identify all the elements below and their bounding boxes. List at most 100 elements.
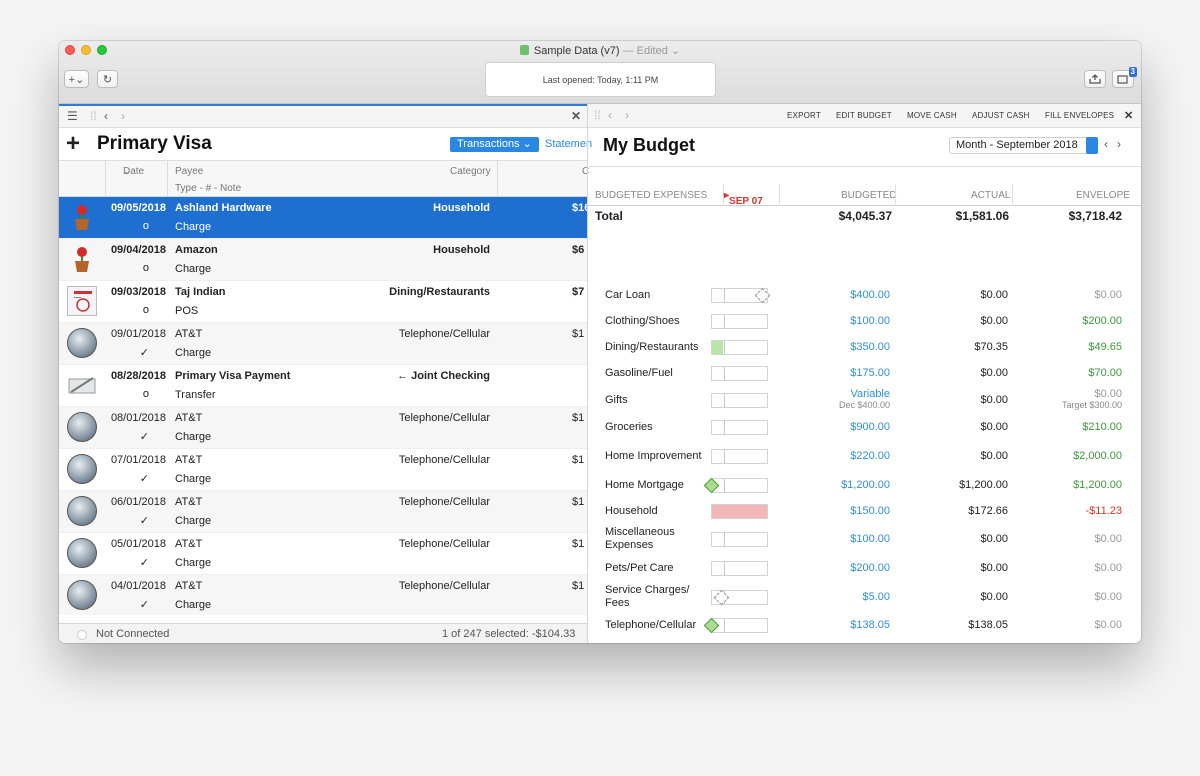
budgeted-amount[interactable]: $1,200.00 bbox=[841, 479, 890, 491]
budgeted-amount[interactable]: $175.00 bbox=[850, 367, 890, 379]
budget-row[interactable]: Gasoline/Fuel $175.00 $0.00 $70.00 bbox=[588, 360, 1141, 386]
budget-row[interactable]: Home Mortgage $1,200.00 $1,200.00 $1,200.00 bbox=[588, 472, 1141, 498]
transaction-row[interactable]: 09/01/2018 AT&T Telephone/Cellular $1 ✓ Charg… bbox=[59, 323, 587, 365]
budgeted-amount[interactable]: $100.00 bbox=[850, 315, 890, 327]
transaction-category: Telephone/Cellular bbox=[398, 496, 490, 508]
col-payee-header[interactable]: Payee bbox=[175, 166, 203, 177]
budget-pane: ⁞⁞ ‹ › EXPORT EDIT BUDGET MOVE CASH ADJU… bbox=[587, 104, 1141, 643]
col-category-header[interactable]: Category bbox=[450, 166, 491, 177]
adjust-cash-action[interactable]: ADJUST CASH bbox=[972, 111, 1030, 120]
transaction-row[interactable]: 08/28/2018 Primary Visa Payment ← Joint Ch… bbox=[59, 365, 587, 407]
budget-row[interactable]: Groceries $900.00 $0.00 $210.00 bbox=[588, 414, 1141, 440]
register-nav-bar: ☰ ⁞⁞ ‹ › ✕ bbox=[59, 106, 587, 128]
document-icon bbox=[519, 45, 529, 55]
transaction-payee: AT&T bbox=[175, 412, 203, 424]
month-select[interactable]: Month - September 2018 bbox=[949, 137, 1098, 154]
budgeted-amount[interactable]: $200.00 bbox=[850, 562, 890, 574]
actual-amount: $0.00 bbox=[980, 315, 1008, 327]
budgeted-amount[interactable]: $400.00 bbox=[850, 289, 890, 301]
forward-arrow-icon[interactable]: › bbox=[121, 109, 125, 123]
register-header: + Primary Visa Transactions ⌄ Statemen bbox=[59, 128, 592, 161]
plus-icon: +⌄ bbox=[68, 73, 85, 86]
windows-button[interactable]: 3 bbox=[1112, 67, 1137, 88]
budget-row[interactable]: Miscellaneous Expenses $100.00 $0.00 $0.00 bbox=[588, 526, 1141, 552]
drag-handle-icon[interactable]: ⁞⁞ bbox=[594, 108, 601, 122]
budget-row[interactable]: Dining/Restaurants $350.00 $70.35 $49.65 bbox=[588, 334, 1141, 360]
budget-category-name: Home Mortgage bbox=[605, 479, 684, 491]
forward-arrow-icon[interactable]: › bbox=[625, 108, 629, 122]
envelope-amount: $2,000.00 bbox=[1073, 450, 1122, 462]
back-arrow-icon[interactable]: ‹ bbox=[104, 109, 108, 123]
transaction-row[interactable]: 04/01/2018 AT&T Telephone/Cellular $1 ✓ Charg… bbox=[59, 575, 587, 615]
transaction-date: 09/03/2018 bbox=[110, 286, 166, 298]
month-stepper[interactable] bbox=[1086, 137, 1098, 154]
budget-category-name: Groceries bbox=[605, 421, 653, 433]
transaction-row[interactable]: 08/01/2018 AT&T Telephone/Cellular $1 ✓ Charg… bbox=[59, 407, 587, 449]
actual-amount: $1,200.00 bbox=[959, 479, 1008, 491]
add-menu-button[interactable]: +⌄ bbox=[64, 70, 89, 88]
envelope-header: ENVELOPE bbox=[1076, 190, 1130, 201]
budgeted-amount[interactable]: $900.00 bbox=[850, 421, 890, 433]
envelope-amount: $210.00 bbox=[1082, 421, 1122, 433]
transaction-amount: $1 bbox=[572, 538, 585, 550]
budget-row[interactable]: Utilities$107.32$0.00$0.00 bbox=[588, 639, 1141, 643]
transaction-amount: $1 bbox=[572, 580, 585, 592]
column-headers: Date ⌄ Payee Type - # - Note Category C bbox=[59, 161, 589, 197]
fill-envelopes-action[interactable]: FILL ENVELOPES bbox=[1045, 111, 1114, 120]
transaction-row[interactable]: 05/01/2018 AT&T Telephone/Cellular $1 ✓ Charg… bbox=[59, 533, 587, 575]
actual-amount: $0.00 bbox=[980, 421, 1008, 433]
move-cash-action[interactable]: MOVE CASH bbox=[907, 111, 957, 120]
export-action[interactable]: EXPORT bbox=[787, 111, 821, 120]
next-month-icon[interactable]: › bbox=[1117, 137, 1121, 151]
budget-progress-fill bbox=[712, 505, 767, 518]
close-pane-icon[interactable]: ✕ bbox=[1124, 109, 1133, 122]
budget-row[interactable]: Home Improvement $220.00 $0.00 $2,000.00 bbox=[588, 443, 1141, 469]
envelope-amount: $0.00 bbox=[1094, 289, 1122, 301]
budgeted-amount[interactable]: $220.00 bbox=[850, 450, 890, 462]
list-icon[interactable]: ☰ bbox=[67, 109, 78, 123]
budget-row[interactable]: Service Charges/ Fees $5.00 $0.00 $0.00 bbox=[588, 584, 1141, 610]
transaction-payee: AT&T bbox=[175, 538, 203, 550]
budgeted-amount[interactable]: Variable Dec $400.00 bbox=[839, 388, 890, 410]
close-pane-icon[interactable]: ✕ bbox=[571, 109, 581, 123]
tab-statements[interactable]: Statemen bbox=[545, 137, 592, 152]
budgeted-amount[interactable]: $350.00 bbox=[850, 341, 890, 353]
connection-status-icon bbox=[77, 630, 87, 640]
budget-row[interactable]: Household $150.00 $172.66 -$11.23 bbox=[588, 498, 1141, 524]
actual-amount: $172.66 bbox=[968, 505, 1008, 517]
prev-month-icon[interactable]: ‹ bbox=[1104, 137, 1108, 151]
receipt-icon bbox=[67, 286, 97, 316]
transaction-row[interactable]: 06/01/2018 AT&T Telephone/Cellular $1 ✓ Charg… bbox=[59, 491, 587, 533]
tab-transactions[interactable]: Transactions ⌄ bbox=[450, 137, 539, 152]
transaction-row[interactable]: 09/05/2018 Ashland Hardware Household $16 o C… bbox=[59, 197, 587, 239]
globe-icon bbox=[67, 538, 97, 568]
budget-row[interactable]: Car Loan $400.00 $0.00 $0.00 bbox=[588, 282, 1141, 308]
transaction-category: Telephone/Cellular bbox=[398, 454, 490, 466]
col-date-header[interactable]: Date ⌄ bbox=[123, 166, 144, 177]
back-arrow-icon[interactable]: ‹ bbox=[608, 108, 612, 122]
title-chevron-icon[interactable]: ⌄ bbox=[668, 45, 680, 57]
budget-progress-bar bbox=[711, 420, 768, 435]
budget-row[interactable]: Gifts Variable Dec $400.00 $0.00 $0.00 Target… bbox=[588, 387, 1141, 413]
budgeted-amount[interactable]: $138.05 bbox=[850, 619, 890, 631]
refresh-button[interactable]: ↻ bbox=[97, 70, 118, 88]
edit-budget-action[interactable]: EDIT BUDGET bbox=[836, 111, 892, 120]
budgeted-amount[interactable]: $150.00 bbox=[850, 505, 890, 517]
drag-handle-icon[interactable]: ⁞⁞ bbox=[90, 109, 97, 123]
transaction-row[interactable]: 07/01/2018 AT&T Telephone/Cellular $1 ✓ Charg… bbox=[59, 449, 587, 491]
window-title: Sample Data (v7) — Edited ⌄ bbox=[59, 44, 1141, 57]
transaction-date: 04/01/2018 bbox=[110, 580, 166, 592]
envelope-amount: $1,200.00 bbox=[1073, 479, 1122, 491]
envelope-amount: $0.00 bbox=[1094, 619, 1122, 631]
budget-row[interactable]: Telephone/Cellular $138.05 $138.05 $0.00 bbox=[588, 612, 1141, 638]
budgeted-amount[interactable]: $100.00 bbox=[850, 533, 890, 545]
envelope-amount: $0.00 Target $300.00 bbox=[1061, 388, 1122, 410]
budget-row[interactable]: Pets/Pet Care $200.00 $0.00 $0.00 bbox=[588, 555, 1141, 581]
transaction-row[interactable]: 09/04/2018 Amazon Household $6 o Charge bbox=[59, 239, 587, 281]
transaction-row[interactable]: 09/03/2018 Taj Indian Dining/Restaurants $7… bbox=[59, 281, 587, 323]
export-button[interactable] bbox=[1084, 70, 1106, 88]
budgeted-amount[interactable]: $5.00 bbox=[862, 591, 890, 603]
transfer-icon bbox=[67, 370, 97, 400]
add-transaction-button[interactable]: + bbox=[66, 131, 80, 157]
budget-row[interactable]: Clothing/Shoes $100.00 $0.00 $200.00 bbox=[588, 308, 1141, 334]
